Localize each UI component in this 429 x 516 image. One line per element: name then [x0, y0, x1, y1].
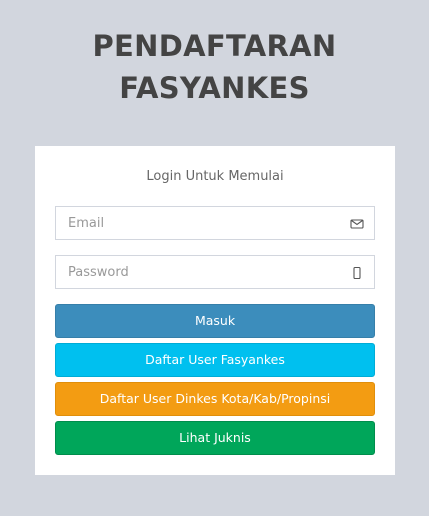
- login-box-message: Login Untuk Memulai: [146, 169, 284, 184]
- password-field[interactable]: [55, 255, 375, 289]
- page-title: PENDAFTARAN FASYANKES: [0, 25, 429, 109]
- login-page: { "logo": { "line1": "PENDAFTARAN", "lin…: [0, 0, 429, 516]
- register-fasyankes-button[interactable]: Daftar User Fasyankes: [55, 343, 375, 377]
- login-box: Login Untuk Memulai Masuk Daftar User Fa…: [35, 146, 395, 475]
- login-button[interactable]: Masuk: [55, 304, 375, 338]
- page-title-line-1: PENDAFTARAN: [92, 29, 337, 63]
- view-guidelines-button[interactable]: Lihat Juknis: [55, 421, 375, 455]
- page-title-line-2: FASYANKES: [119, 71, 310, 105]
- email-input[interactable]: [56, 207, 346, 239]
- email-field[interactable]: [55, 206, 375, 240]
- password-input[interactable]: [56, 256, 346, 288]
- register-dinkes-button[interactable]: Daftar User Dinkes Kota/Kab/Propinsi: [55, 382, 375, 416]
- envelope-icon: [350, 216, 364, 230]
- lock-icon: [350, 265, 364, 280]
